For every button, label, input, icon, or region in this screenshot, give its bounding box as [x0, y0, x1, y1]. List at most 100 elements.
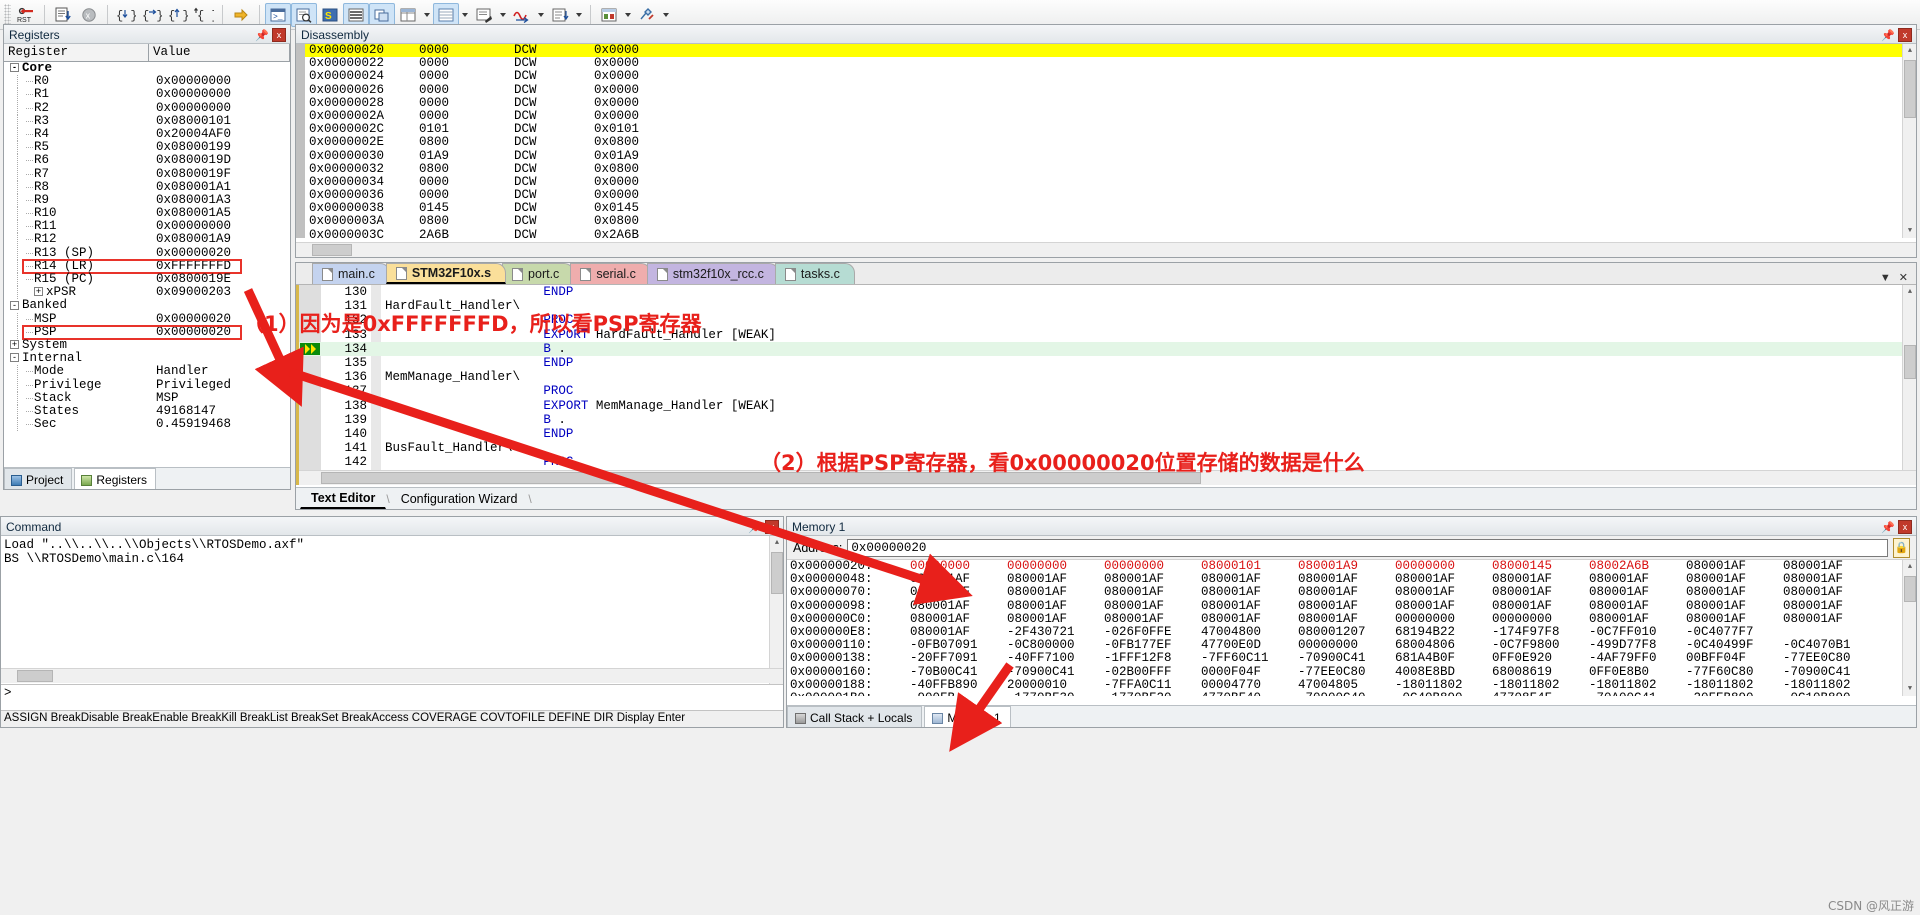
register-row[interactable]: R13 (SP) 0x00000020	[4, 246, 290, 260]
memory-value[interactable]: 080001AF	[1298, 586, 1395, 599]
editor-line[interactable]: 139 B .	[299, 413, 1902, 427]
memory-value[interactable]: -4AF79FF0	[1589, 652, 1686, 665]
memory-value[interactable]: 080001AF	[1589, 612, 1686, 626]
memory-value[interactable]: -18011802	[1492, 678, 1589, 692]
reset-button[interactable]: RST	[13, 3, 39, 27]
register-value[interactable]: 0x00000000	[156, 88, 231, 101]
memory-value[interactable]: 0FF0E8B0	[1589, 665, 1686, 679]
memory-value[interactable]: -70900C41	[1007, 665, 1104, 679]
memory-value[interactable]: -70B00C41	[910, 665, 1007, 679]
memory-value[interactable]: 080001AF	[1395, 599, 1492, 613]
editor-tab-main-c[interactable]: main.c	[312, 263, 390, 284]
command-horizontal-scrollbar[interactable]	[1, 668, 783, 683]
memory-value[interactable]: 080001AF	[1104, 586, 1201, 599]
step-out-button[interactable]: { }	[165, 3, 191, 27]
memory-vertical-scrollbar[interactable]: ▲ ▼	[1902, 560, 1916, 696]
scroll-up-icon[interactable]: ▲	[770, 536, 783, 550]
memory-value[interactable]: 080001AF	[1686, 612, 1783, 626]
register-value[interactable]: 0x0800019D	[156, 154, 231, 167]
memory-value[interactable]: 080001AF	[1007, 612, 1104, 626]
memory-value[interactable]: 080001AF	[1783, 599, 1880, 613]
tab-project[interactable]: Project	[4, 468, 73, 489]
close-icon[interactable]: x	[272, 28, 286, 42]
memory-row[interactable]: 0x00000138: -20FF7091 -40FF7100 -1FFF12F8 -7…	[787, 652, 1916, 665]
disassembly-horizontal-scrollbar[interactable]	[296, 242, 1916, 257]
step-into-button[interactable]: { }	[113, 3, 139, 27]
memory-value[interactable]: 080001AF	[1201, 599, 1298, 613]
disassembly-row[interactable]: 0x0000002A 0000 DCW 0x0000	[305, 109, 1902, 123]
tab-call-stack-locals[interactable]: Call Stack + Locals	[787, 706, 923, 727]
memory-value[interactable]: -1770BF30	[1007, 691, 1104, 696]
tab-registers[interactable]: Registers	[74, 468, 157, 489]
memory-value[interactable]: 47004805	[1298, 678, 1395, 692]
memory-value[interactable]: 080001AF	[1686, 586, 1783, 599]
memory-value[interactable]: 080001AF	[1007, 586, 1104, 599]
memory-value[interactable]: 080001AF	[910, 599, 1007, 613]
register-value[interactable]: 0x09000203	[156, 285, 231, 299]
watch-windows-button[interactable]	[395, 3, 421, 27]
editor-collapse-icon[interactable]: ▼	[1880, 272, 1891, 284]
serial-windows-button[interactable]	[471, 3, 497, 27]
memory-value[interactable]: -70900C41	[1783, 665, 1880, 679]
disassembly-row[interactable]: 0x00000022 0000 DCW 0x0000	[305, 56, 1902, 70]
run-to-cursor-button[interactable]: { }	[191, 3, 217, 27]
editor-close-icon[interactable]: ✕	[1899, 271, 1908, 284]
disassembly-row[interactable]: 0x0000003C 2A6B DCW 0x2A6B	[305, 228, 1902, 238]
editor-tab-serial-c[interactable]: serial.c	[570, 263, 651, 284]
analysis-dropdown-icon[interactable]	[535, 3, 547, 27]
memory-value[interactable]: -02B00FFF	[1104, 665, 1201, 679]
serial-dropdown-icon[interactable]	[497, 3, 509, 27]
disassembly-window-button[interactable]	[291, 2, 317, 27]
register-row[interactable]: R6 0x0800019D	[4, 154, 290, 168]
disassembly-row[interactable]: 0x0000002E 0800 DCW 0x0800	[305, 136, 1902, 149]
memory-value[interactable]: 080001AF	[1686, 599, 1783, 613]
toolbar-grip[interactable]	[4, 3, 11, 26]
register-row[interactable]: R1 0x00000000	[4, 88, 290, 102]
collapse-icon[interactable]: -	[10, 63, 19, 73]
editor-tab-stm32f10x-s[interactable]: STM32F10x.s	[385, 263, 507, 284]
register-row[interactable]: Sec 0.45919468	[4, 417, 290, 432]
memory-row[interactable]: 0x00000188: -40FFB890 20000010 -7FFA0C11 000…	[787, 678, 1916, 692]
collapse-icon[interactable]: -	[10, 300, 19, 310]
pin-icon[interactable]: 📌	[255, 29, 269, 42]
register-value[interactable]: 0x080001A9	[156, 233, 231, 246]
register-value[interactable]: Privileged	[156, 378, 231, 392]
scroll-thumb[interactable]	[771, 552, 783, 594]
memory-value[interactable]: -20FEB890	[1686, 691, 1783, 696]
register-value[interactable]: 0x08000101	[156, 114, 231, 128]
memory-value[interactable]: -900FB	[910, 691, 1007, 696]
editor-tab-stm32f10x-rcc-c[interactable]: stm32f10x_rcc.c	[646, 263, 779, 284]
disassembly-row[interactable]: 0x00000038 0145 DCW 0x0145	[305, 202, 1902, 215]
memory-value[interactable]: 47708F4F	[1492, 691, 1589, 696]
memory-value[interactable]: -1FFF12F8	[1104, 652, 1201, 665]
memory-value[interactable]: -70A00C41	[1589, 691, 1686, 696]
memory-row[interactable]: 0x00000070: 080001AF 080001AF 080001AF 08000…	[787, 586, 1916, 599]
memory-value[interactable]: -77EE0C80	[1298, 665, 1395, 679]
memory-value[interactable]: 080001AF	[1201, 586, 1298, 599]
register-value[interactable]: Handler	[156, 365, 209, 378]
run-button[interactable]	[50, 3, 76, 27]
scroll-thumb[interactable]	[1904, 345, 1916, 379]
command-vertical-scrollbar[interactable]: ▲ ▼	[769, 536, 783, 688]
scroll-up-icon[interactable]: ▲	[1903, 560, 1916, 574]
register-column-header[interactable]: Register	[4, 44, 149, 61]
memory-value[interactable]: 080001AF	[1783, 586, 1880, 599]
pin-icon[interactable]: 📌	[1881, 29, 1895, 42]
memory-value[interactable]: 080001AF	[1298, 612, 1395, 626]
step-over-button[interactable]: { }	[139, 3, 165, 27]
watch-dropdown-icon[interactable]	[421, 3, 433, 27]
memory-value[interactable]: -7FF60C11	[1201, 652, 1298, 665]
memory-value[interactable]: 080001AF	[1395, 586, 1492, 599]
register-row[interactable]: R7 0x0800019F	[4, 167, 290, 181]
toolbox-button[interactable]	[634, 3, 660, 27]
register-row[interactable]: Stack MSP	[4, 391, 290, 405]
memory-value[interactable]: 00000000	[1395, 612, 1492, 626]
memory-row[interactable]: 0x000001B0:-900FB-1770BF30-1770BF204770B…	[787, 691, 1916, 696]
disassembly-row[interactable]: 0x00000020 0000 DCW 0x0000	[305, 44, 1902, 58]
command-window-button[interactable]: >_	[265, 2, 291, 27]
memory-value[interactable]: 080001AF	[1104, 599, 1201, 613]
register-value[interactable]: 0.45919468	[156, 417, 231, 431]
memory-value[interactable]: 681A4B0F	[1395, 652, 1492, 665]
register-row[interactable]: R2 0x00000000	[4, 101, 290, 115]
memory-value[interactable]: 00000000	[1492, 612, 1589, 626]
